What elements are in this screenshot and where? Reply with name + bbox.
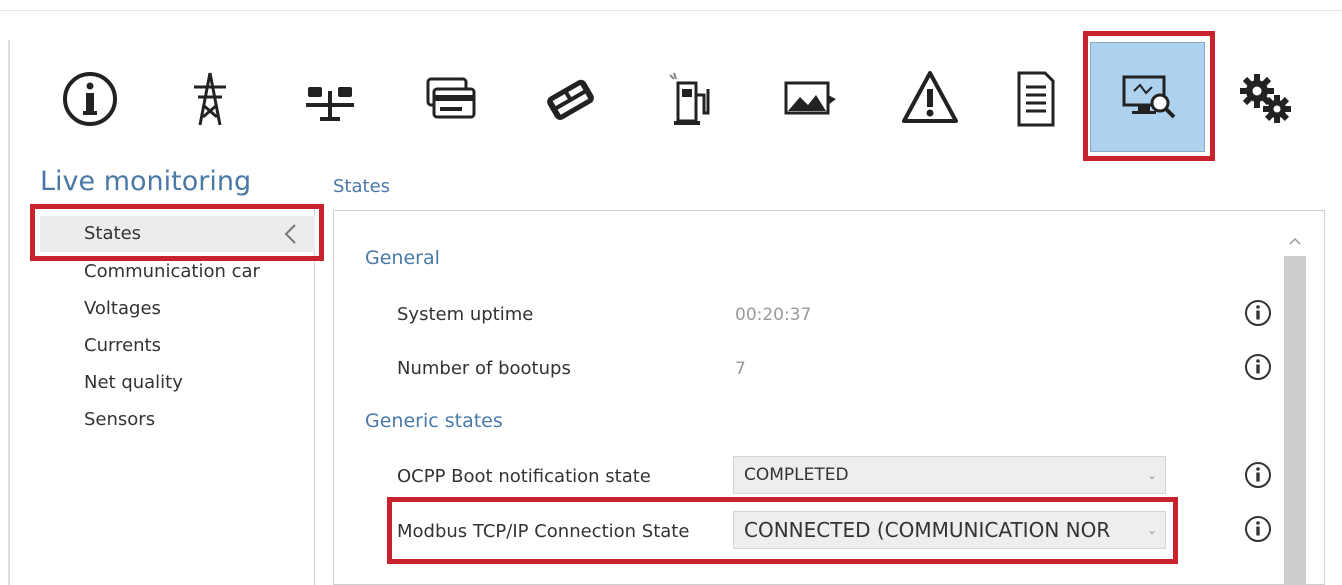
card-reader-icon [547,79,594,120]
sidebar-item-communication-car[interactable]: Communication car [40,254,315,290]
charging-station-icon [669,72,710,125]
ocpp-boot-notification-value: COMPLETED [744,465,849,485]
system-uptime-label: System uptime [397,304,534,325]
info-icon [63,72,117,126]
vertical-scrollbar[interactable] [1282,228,1308,585]
sidebar-item-label: Currents [84,335,161,356]
toolbar-warnings-button[interactable] [870,38,990,160]
chevron-down-icon: ⌄ [1146,523,1157,537]
load-balance-icon [306,87,354,121]
info-icon[interactable] [1243,298,1273,328]
sidebar-item-states[interactable]: States [40,216,315,252]
scroll-up-button[interactable] [1282,228,1308,254]
toolbar-settings-button[interactable] [1205,38,1325,160]
sidebar-item-sensors[interactable]: Sensors [40,402,315,438]
modbus-connection-state-label: Modbus TCP/IP Connection State [397,521,690,542]
chevron-up-icon [1289,237,1301,245]
chevron-down-icon: ⌄ [1146,468,1157,482]
document-icon [1017,71,1055,127]
toolbar-card-reader-button[interactable] [510,38,630,160]
settings-gears-icon [1240,74,1291,123]
sidebar-item-label: Sensors [84,409,156,430]
sidebar-item-net-quality[interactable]: Net quality [40,365,315,401]
toolbar-document-button[interactable] [975,38,1095,160]
toolbar-payment-button[interactable] [390,38,510,160]
sidebar-item-voltages[interactable]: Voltages [40,291,315,327]
sidebar-item-label: Communication car [84,261,260,282]
image-icon [784,81,836,115]
modbus-connection-state-value: CONNECTED (COMMUNICATION NOR [744,518,1111,542]
top-divider [0,10,1342,11]
breadcrumb: States [333,176,391,197]
sidebar-item-label: States [84,223,142,244]
ocpp-boot-notification-label: OCPP Boot notification state [397,466,651,487]
group-title-generic-states: Generic states [365,410,503,432]
toolbar-load-balance-button[interactable] [270,38,390,160]
toolbar-grid-button[interactable] [150,38,270,160]
info-icon[interactable] [1243,460,1273,490]
section-title: Live monitoring [40,166,252,197]
group-title-general: General [365,247,440,269]
sidebar-item-label: Net quality [84,372,183,393]
number-of-bootups-value: 7 [735,359,746,379]
left-edge-divider [8,40,10,585]
number-of-bootups-label: Number of bootups [397,358,571,379]
main-toolbar [30,38,1320,160]
system-uptime-value: 00:20:37 [735,305,812,325]
sidebar-item-currents[interactable]: Currents [40,328,315,364]
sidebar-nav: States Communication car Voltages Curren… [40,208,315,585]
toolbar-images-button[interactable] [750,38,870,160]
toolbar-info-button[interactable] [30,38,150,160]
modbus-connection-state-select[interactable]: CONNECTED (COMMUNICATION NOR ⌄ [733,511,1166,549]
payment-card-icon [426,77,476,119]
info-icon[interactable] [1243,514,1273,544]
ocpp-boot-notification-select[interactable]: COMPLETED ⌄ [733,456,1166,494]
sidebar-item-label: Voltages [84,298,161,319]
toolbar-live-monitoring-button[interactable] [1090,42,1205,152]
info-icon[interactable] [1243,352,1273,382]
monitor-search-icon [1122,75,1175,119]
toolbar-charging-station-button[interactable] [630,38,750,160]
scrollbar-thumb[interactable] [1284,256,1306,585]
power-tower-icon [194,72,226,126]
warning-icon [902,71,958,123]
chevron-left-icon [284,224,296,244]
